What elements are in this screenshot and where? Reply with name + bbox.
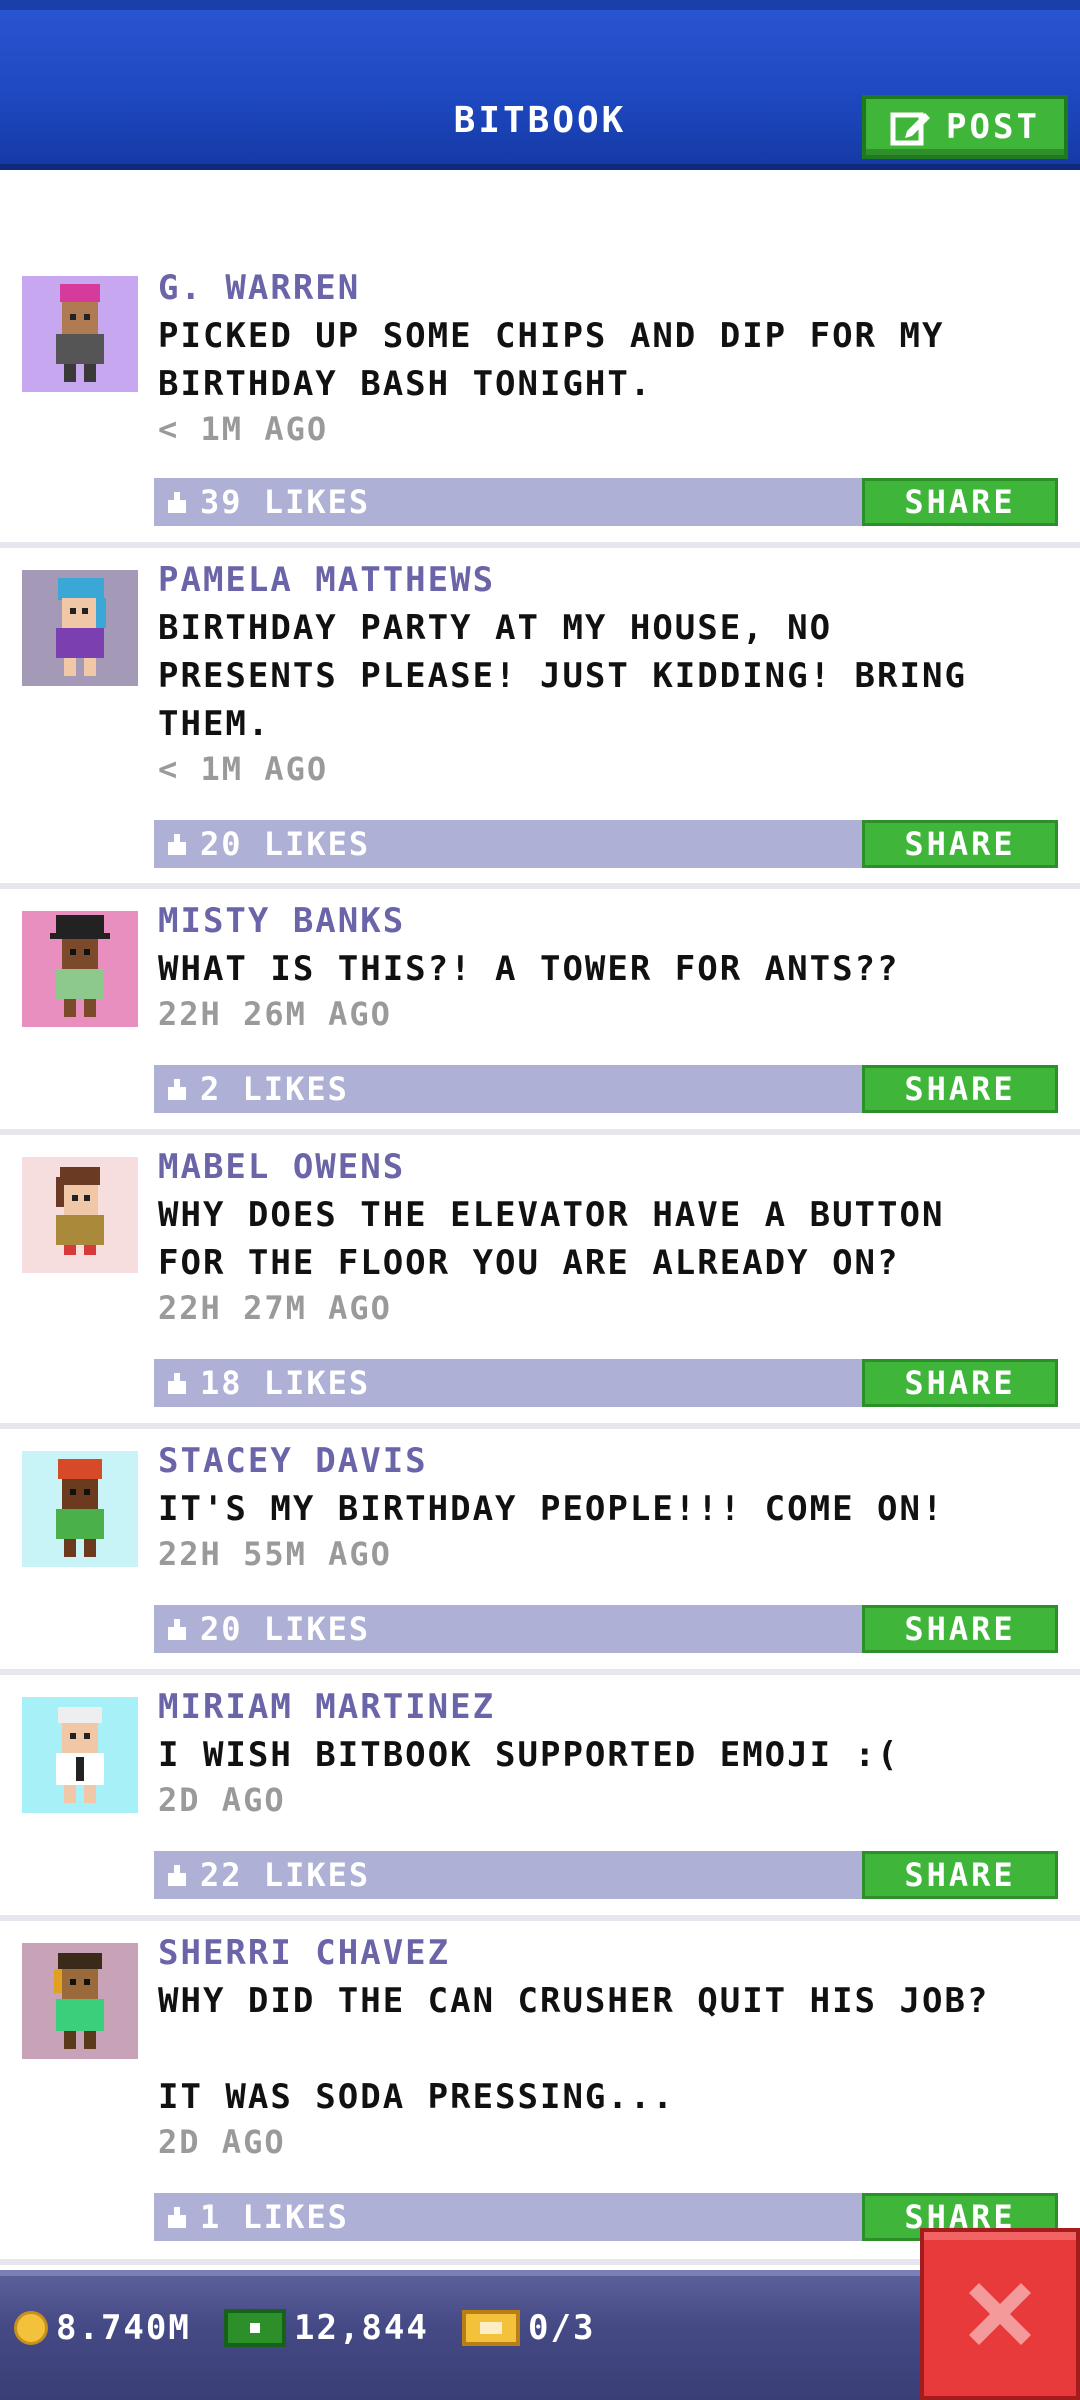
feed-post: SHERRI CHAVEZ WHY DID THE CAN CRUSHER QU… bbox=[0, 1921, 1080, 2265]
avatar bbox=[22, 1451, 138, 1567]
feed-post: PAMELA MATTHEWS BIRTHDAY PARTY AT MY HOU… bbox=[0, 548, 1080, 889]
share-button[interactable]: SHARE bbox=[862, 820, 1058, 868]
cash-stat[interactable]: 12,844 bbox=[224, 2308, 429, 2348]
avatar bbox=[22, 276, 138, 392]
like-count: 22 LIKES bbox=[200, 1856, 371, 1894]
cash-icon bbox=[224, 2309, 286, 2347]
close-button[interactable] bbox=[920, 2228, 1080, 2400]
ticket-icon bbox=[462, 2310, 520, 2346]
thumbs-up-icon bbox=[168, 2207, 186, 2228]
close-icon bbox=[969, 2283, 1031, 2345]
thumbs-up-icon bbox=[168, 1619, 186, 1640]
post-author[interactable]: MABEL OWENS bbox=[158, 1147, 405, 1187]
tickets-value: 0/3 bbox=[528, 2308, 596, 2348]
thumbs-up-icon bbox=[168, 834, 186, 855]
thumbs-up-icon bbox=[168, 492, 186, 513]
feed-post: G. WARREN PICKED UP SOME CHIPS AND DIP F… bbox=[0, 176, 1080, 548]
like-button[interactable]: 39 LIKES bbox=[154, 478, 862, 526]
like-button[interactable]: 18 LIKES bbox=[154, 1359, 862, 1407]
post-message: WHAT IS THIS?! A TOWER FOR ANTS?? bbox=[158, 949, 900, 989]
post-message: I WISH BITBOOK SUPPORTED EMOJI :( bbox=[158, 1735, 900, 1775]
like-button[interactable]: 1 LIKES bbox=[154, 2193, 862, 2241]
post-message: BIRTHDAY PARTY AT MY HOUSE, NO PRESENTS … bbox=[158, 608, 967, 744]
feed[interactable]: G. WARREN PICKED UP SOME CHIPS AND DIP F… bbox=[0, 176, 1080, 2276]
post-author[interactable]: PAMELA MATTHEWS bbox=[158, 560, 495, 600]
share-button[interactable]: SHARE bbox=[862, 478, 1058, 526]
thumbs-up-icon bbox=[168, 1865, 186, 1886]
post-time: < 1M AGO bbox=[158, 750, 329, 788]
like-button[interactable]: 2 LIKES bbox=[154, 1065, 862, 1113]
post-time: 22H 55M AGO bbox=[158, 1535, 392, 1573]
post-time: 2D AGO bbox=[158, 1781, 286, 1819]
cash-value: 12,844 bbox=[294, 2308, 429, 2348]
header-top-strip bbox=[0, 0, 1080, 10]
avatar bbox=[22, 1697, 138, 1813]
like-count: 20 LIKES bbox=[200, 1610, 371, 1648]
coins-stat[interactable]: 8.740M bbox=[14, 2308, 191, 2348]
post-time: 2D AGO bbox=[158, 2123, 286, 2161]
avatar bbox=[22, 1943, 138, 2059]
coins-value: 8.740M bbox=[56, 2308, 191, 2348]
feed-post: MIRIAM MARTINEZ I WISH BITBOOK SUPPORTED… bbox=[0, 1675, 1080, 1921]
avatar bbox=[22, 570, 138, 686]
thumbs-up-icon bbox=[168, 1079, 186, 1100]
post-time: < 1M AGO bbox=[158, 410, 329, 448]
thumbs-up-icon bbox=[168, 1373, 186, 1394]
feed-post: STACEY DAVIS IT'S MY BIRTHDAY PEOPLE!!! … bbox=[0, 1429, 1080, 1675]
post-button-label: POST bbox=[946, 107, 1040, 147]
share-button[interactable]: SHARE bbox=[862, 1851, 1058, 1899]
post-message: IT'S MY BIRTHDAY PEOPLE!!! COME ON! bbox=[158, 1489, 945, 1529]
avatar bbox=[22, 1157, 138, 1273]
post-author[interactable]: MIRIAM MARTINEZ bbox=[158, 1687, 495, 1727]
post-message: WHY DOES THE ELEVATOR HAVE A BUTTON FOR … bbox=[158, 1195, 945, 1283]
post-time: 22H 27M AGO bbox=[158, 1289, 392, 1327]
like-button[interactable]: 22 LIKES bbox=[154, 1851, 862, 1899]
like-button[interactable]: 20 LIKES bbox=[154, 1605, 862, 1653]
feed-post: MISTY BANKS WHAT IS THIS?! A TOWER FOR A… bbox=[0, 889, 1080, 1135]
post-author[interactable]: G. WARREN bbox=[158, 268, 360, 308]
share-button[interactable]: SHARE bbox=[862, 1065, 1058, 1113]
like-count: 1 LIKES bbox=[200, 2198, 349, 2236]
like-count: 20 LIKES bbox=[200, 825, 371, 863]
post-message: WHY DID THE CAN CRUSHER QUIT HIS JOB? IT… bbox=[158, 1981, 990, 2117]
tickets-stat[interactable]: 0/3 bbox=[462, 2308, 595, 2348]
post-author[interactable]: STACEY DAVIS bbox=[158, 1441, 428, 1481]
post-time: 22H 26M AGO bbox=[158, 995, 392, 1033]
post-author[interactable]: SHERRI CHAVEZ bbox=[158, 1933, 450, 1973]
avatar bbox=[22, 911, 138, 1027]
feed-post: MABEL OWENS WHY DOES THE ELEVATOR HAVE A… bbox=[0, 1135, 1080, 1429]
like-count: 18 LIKES bbox=[200, 1364, 371, 1402]
edit-icon bbox=[890, 112, 931, 146]
status-bar: 8.740M 12,844 0/3 bbox=[0, 2270, 1080, 2400]
coin-icon bbox=[14, 2311, 48, 2345]
share-button[interactable]: SHARE bbox=[862, 1605, 1058, 1653]
like-count: 39 LIKES bbox=[200, 483, 371, 521]
post-button[interactable]: POST bbox=[862, 95, 1068, 159]
post-author[interactable]: MISTY BANKS bbox=[158, 901, 405, 941]
post-message: PICKED UP SOME CHIPS AND DIP FOR MY BIRT… bbox=[158, 316, 945, 404]
app-header: BITBOOK POST bbox=[0, 0, 1080, 170]
share-button[interactable]: SHARE bbox=[862, 1359, 1058, 1407]
like-button[interactable]: 20 LIKES bbox=[154, 820, 862, 868]
like-count: 2 LIKES bbox=[200, 1070, 349, 1108]
